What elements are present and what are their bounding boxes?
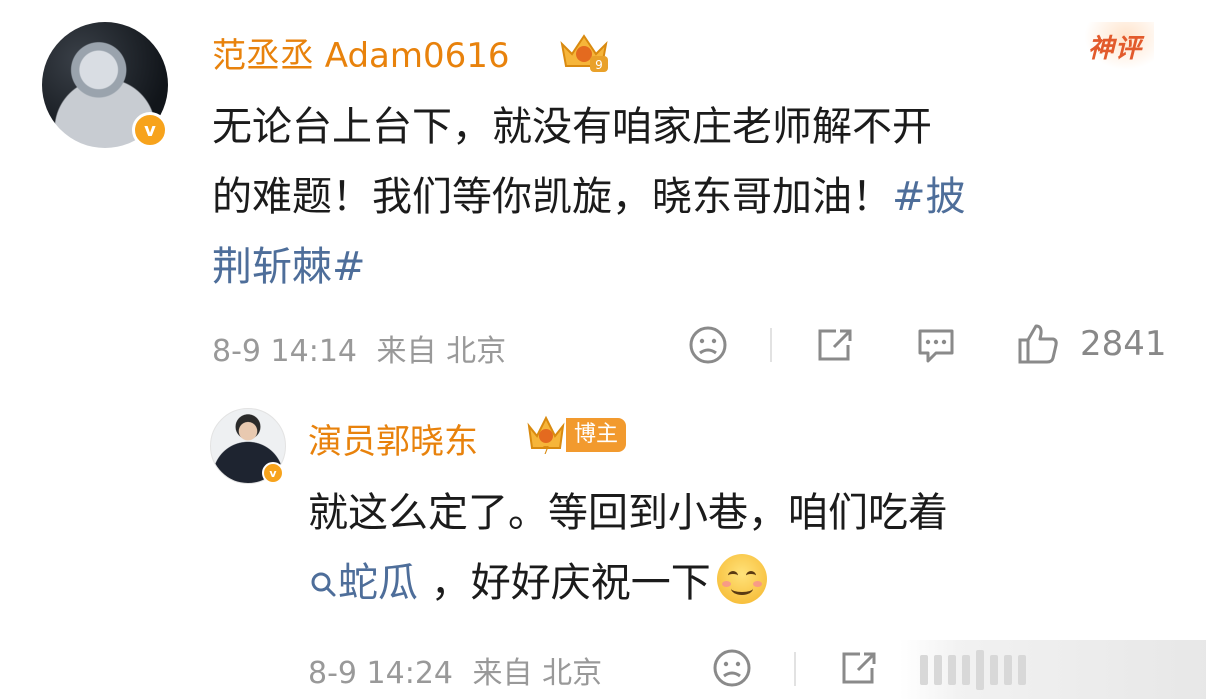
comment-date: 8-9 14:14 <box>212 334 357 369</box>
featured-comment-tag: 神评 <box>1083 22 1155 70</box>
comment-icon[interactable] <box>914 325 958 369</box>
thumbs-up-icon[interactable] <box>1016 322 1060 370</box>
verified-v-icon: v <box>132 112 168 148</box>
comment-meta: 8-9 14:14 来自 北京 <box>212 326 506 370</box>
search-keyword-link[interactable]: 蛇瓜 <box>308 560 431 606</box>
share-icon[interactable] <box>814 325 856 369</box>
divider <box>794 652 796 686</box>
comment-text-line2: 的难题！我们等你凯旋，晓东哥加油！#披 <box>212 174 966 220</box>
crown-icon: 7 <box>527 415 565 456</box>
author-badge: 7 博主 <box>526 414 627 456</box>
reply-meta: 8-9 14:24 来自 北京 <box>308 648 602 692</box>
verified-v-icon: v <box>262 462 284 484</box>
bozhu-badge: 博主 <box>566 418 627 452</box>
reply-location: 来自 北京 <box>472 656 603 691</box>
like-count: 2841 <box>1080 324 1167 364</box>
reply-text-line2: 蛇瓜 ，好好庆祝一下 <box>308 548 1188 618</box>
comment-text: 无论台上台下，就没有咱家庄老师解不开 的难题！我们等你凯旋，晓东哥加油！#披 荆… <box>212 92 1172 302</box>
crown-icon: 9 <box>556 30 612 74</box>
reply-date: 8-9 14:24 <box>308 656 453 691</box>
hashtag-link-continued[interactable]: 荆斩棘# <box>212 232 1172 302</box>
divider <box>770 328 772 362</box>
dislike-face-icon[interactable] <box>712 648 752 692</box>
watermark-overlay <box>900 640 1206 699</box>
search-icon <box>311 572 336 597</box>
comment-location: 来自 北京 <box>376 334 507 369</box>
hashtag-link[interactable]: #披 <box>892 174 966 220</box>
commenter-username[interactable]: 范丞丞 Adam0616 <box>212 28 510 77</box>
reply-username[interactable]: 演员郭晓东 <box>308 414 478 463</box>
smile-emoji-icon <box>716 554 767 604</box>
reply-text: 就这么定了。等回到小巷，咱们吃着 蛇瓜 ，好好庆祝一下 <box>308 478 1188 618</box>
comment-text-line1: 无论台上台下，就没有咱家庄老师解不开 <box>212 104 932 150</box>
svg-text:9: 9 <box>595 58 603 72</box>
dislike-face-icon[interactable] <box>688 325 728 369</box>
reply-text-line1: 就这么定了。等回到小巷，咱们吃着 <box>308 490 948 536</box>
share-icon[interactable] <box>838 648 880 692</box>
svg-text:7: 7 <box>543 444 550 456</box>
